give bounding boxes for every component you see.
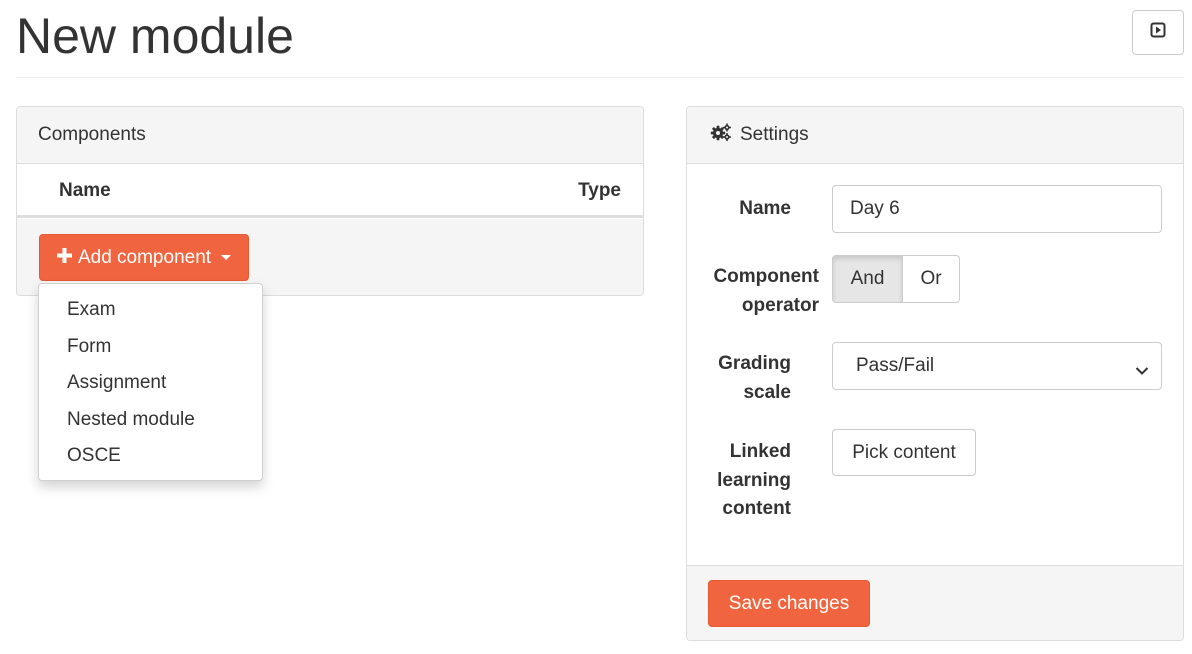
- linked-label-line1: Linked: [729, 441, 791, 462]
- grading-scale-label-line2: scale: [743, 381, 791, 403]
- pick-content-button[interactable]: Pick content: [832, 429, 976, 476]
- dropdown-item-nested-module[interactable]: Nested module: [39, 402, 262, 439]
- column-header-name: Name: [59, 180, 111, 201]
- dropdown-item-exam[interactable]: Exam: [39, 292, 262, 329]
- component-operator-label-line2: operator: [741, 294, 819, 316]
- add-component-dropdown: Exam Form Assignment Nested module OSCE: [38, 283, 263, 481]
- dropdown-item-osce[interactable]: OSCE: [39, 438, 262, 475]
- present-button[interactable]: [1132, 10, 1184, 55]
- linked-label-line3: content: [722, 498, 791, 519]
- page-title: New module: [16, 8, 294, 64]
- name-input[interactable]: Day 6: [832, 185, 1162, 233]
- present-icon: [1150, 22, 1166, 43]
- grading-scale-label-line1: Grading: [718, 353, 791, 374]
- cogs-icon: [710, 123, 732, 147]
- add-component-label: Add component: [77, 246, 212, 268]
- header-divider: [16, 77, 1184, 78]
- grading-scale-value: Pass/Fail: [856, 355, 935, 376]
- components-panel: Components Name Type Add component: [16, 106, 644, 296]
- settings-heading: Settings: [687, 107, 1183, 164]
- settings-footer: Save changes: [687, 565, 1183, 640]
- settings-heading-label: Settings: [740, 124, 809, 145]
- name-label: Name: [651, 195, 791, 224]
- add-component-button[interactable]: Add component: [39, 234, 249, 281]
- save-changes-button[interactable]: Save changes: [708, 580, 870, 627]
- linked-label-line2: learning: [717, 469, 791, 491]
- plus-icon: [56, 247, 72, 269]
- component-operator-toggle: And Or: [832, 255, 960, 303]
- chevron-down-icon: [1135, 360, 1149, 382]
- components-heading: Components: [17, 107, 643, 164]
- dropdown-item-form[interactable]: Form: [39, 329, 262, 366]
- dropdown-item-assignment[interactable]: Assignment: [39, 365, 262, 402]
- component-operator-label-line1: Component: [713, 266, 819, 287]
- column-header-type: Type: [578, 180, 621, 201]
- caret-down-icon: [221, 255, 232, 260]
- grading-scale-select[interactable]: Pass/Fail: [832, 342, 1162, 390]
- operator-and-button[interactable]: And: [832, 255, 903, 303]
- name-label-text: Name: [739, 198, 791, 219]
- operator-or-button[interactable]: Or: [903, 255, 960, 303]
- component-operator-label: Component operator: [679, 263, 819, 320]
- linked-learning-content-label: Linked learning content: [651, 438, 791, 524]
- grading-scale-label: Grading scale: [651, 350, 791, 407]
- settings-panel: Settings Name Day 6 Component operator A…: [686, 106, 1184, 641]
- components-table-header: Name Type: [17, 164, 643, 218]
- name-input-value: Day 6: [850, 198, 900, 219]
